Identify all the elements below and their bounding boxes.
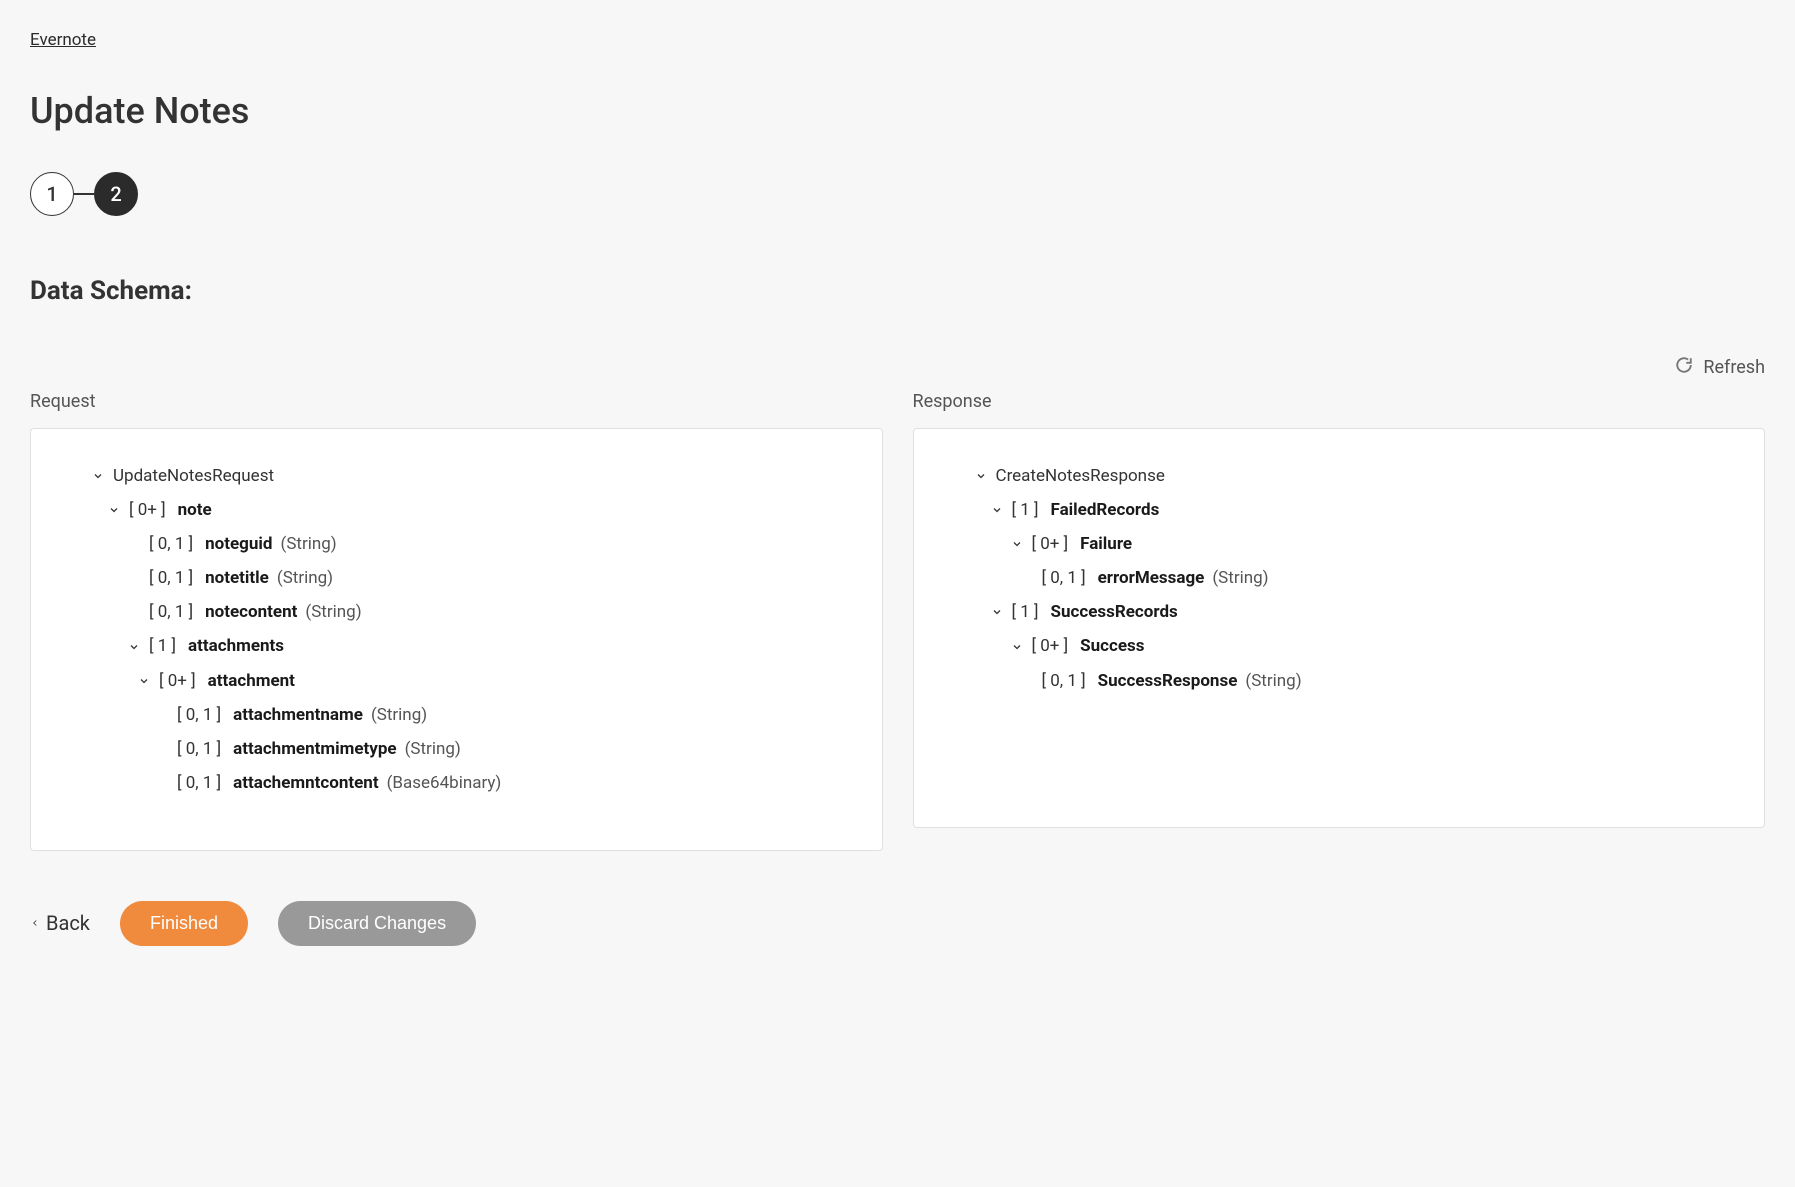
chevron-down-icon[interactable] <box>990 605 1004 619</box>
response-label: Response <box>913 391 1766 412</box>
back-button[interactable]: Back <box>30 911 90 935</box>
stepper: 1 2 <box>30 172 1765 216</box>
tree-type: (String) <box>1212 567 1268 589</box>
request-panel: UpdateNotesRequest [ 0+ ] note [ 0, 1 ] … <box>30 428 883 851</box>
tree-cardinality: [ 0, 1 ] <box>177 704 221 726</box>
tree-row-attachemntcontent[interactable]: [ 0, 1 ] attachemntcontent (Base64binary… <box>51 766 862 800</box>
tree-cardinality: [ 0, 1 ] <box>149 533 193 555</box>
step-2[interactable]: 2 <box>94 172 138 216</box>
tree-cardinality: [ 0, 1 ] <box>1042 670 1086 692</box>
chevron-down-icon[interactable] <box>1010 640 1024 654</box>
tree-cardinality: [ 0, 1 ] <box>177 738 221 760</box>
tree-cardinality: [ 1 ] <box>1012 499 1039 521</box>
response-panel: CreateNotesResponse [ 1 ] FailedRecords … <box>913 428 1766 828</box>
back-label: Back <box>46 911 90 935</box>
chevron-down-icon[interactable] <box>137 674 151 688</box>
tree-name: Success <box>1080 635 1144 657</box>
tree-name: FailedRecords <box>1051 499 1160 521</box>
chevron-down-icon[interactable] <box>107 503 121 517</box>
tree-name: attachmentmimetype <box>233 738 396 760</box>
tree-row-root[interactable]: CreateNotesResponse <box>934 459 1745 493</box>
tree-row-attachments[interactable]: [ 1 ] attachments <box>51 629 862 663</box>
tree-type: (String) <box>281 533 337 555</box>
tree-name: attachemntcontent <box>233 772 378 794</box>
tree-row-attachmentname[interactable]: [ 0, 1 ] attachmentname (String) <box>51 698 862 732</box>
tree-name: SuccessRecords <box>1051 601 1178 623</box>
tree-name: attachments <box>188 635 284 657</box>
refresh-label: Refresh <box>1703 357 1765 378</box>
tree-cardinality: [ 1 ] <box>1012 601 1039 623</box>
refresh-icon <box>1675 356 1693 379</box>
tree-row-attachmentmimetype[interactable]: [ 0, 1 ] attachmentmimetype (String) <box>51 732 862 766</box>
tree-row-success[interactable]: [ 0+ ] Success <box>934 629 1745 663</box>
tree-name: attachmentname <box>233 704 363 726</box>
tree-type: (String) <box>1245 670 1301 692</box>
tree-name: SuccessResponse <box>1098 670 1238 692</box>
finished-button[interactable]: Finished <box>120 901 248 946</box>
tree-row-notetitle[interactable]: [ 0, 1 ] notetitle (String) <box>51 561 862 595</box>
tree-row-note[interactable]: [ 0+ ] note <box>51 493 862 527</box>
tree-cardinality: [ 0+ ] <box>159 670 196 692</box>
tree-type: (Base64binary) <box>387 772 502 794</box>
tree-name: notetitle <box>205 567 269 589</box>
tree-name: CreateNotesResponse <box>996 465 1165 487</box>
chevron-down-icon[interactable] <box>974 469 988 483</box>
tree-cardinality: [ 0, 1 ] <box>149 601 193 623</box>
tree-row-successrecords[interactable]: [ 1 ] SuccessRecords <box>934 595 1745 629</box>
tree-row-failedrecords[interactable]: [ 1 ] FailedRecords <box>934 493 1745 527</box>
section-title: Data Schema: <box>30 276 1765 306</box>
tree-cardinality: [ 0+ ] <box>129 499 166 521</box>
breadcrumb-link[interactable]: Evernote <box>30 30 96 50</box>
tree-row-attachment[interactable]: [ 0+ ] attachment <box>51 664 862 698</box>
tree-row-successresponse[interactable]: [ 0, 1 ] SuccessResponse (String) <box>934 664 1745 698</box>
tree-cardinality: [ 0, 1 ] <box>1042 567 1086 589</box>
tree-cardinality: [ 0, 1 ] <box>177 772 221 794</box>
tree-type: (String) <box>371 704 427 726</box>
request-column: Request UpdateNotesRequest [ 0+ ] note [ <box>30 391 883 851</box>
step-connector <box>74 193 94 195</box>
tree-name: noteguid <box>205 533 272 555</box>
tree-row-errormessage[interactable]: [ 0, 1 ] errorMessage (String) <box>934 561 1745 595</box>
tree-type: (String) <box>277 567 333 589</box>
tree-cardinality: [ 0+ ] <box>1032 533 1069 555</box>
tree-name: errorMessage <box>1098 567 1205 589</box>
page-title: Update Notes <box>30 90 1765 132</box>
tree-cardinality: [ 1 ] <box>149 635 176 657</box>
tree-row-notecontent[interactable]: [ 0, 1 ] notecontent (String) <box>51 595 862 629</box>
tree-cardinality: [ 0+ ] <box>1032 635 1069 657</box>
chevron-down-icon[interactable] <box>990 503 1004 517</box>
tree-name: Failure <box>1080 533 1132 555</box>
request-label: Request <box>30 391 883 412</box>
chevron-down-icon[interactable] <box>1010 537 1024 551</box>
refresh-button[interactable]: Refresh <box>30 356 1765 379</box>
chevron-left-icon <box>30 916 40 930</box>
footer-actions: Back Finished Discard Changes <box>30 901 1765 946</box>
tree-name: UpdateNotesRequest <box>113 465 274 487</box>
tree-row-noteguid[interactable]: [ 0, 1 ] noteguid (String) <box>51 527 862 561</box>
discard-button[interactable]: Discard Changes <box>278 901 476 946</box>
tree-row-root[interactable]: UpdateNotesRequest <box>51 459 862 493</box>
tree-type: (String) <box>405 738 461 760</box>
response-column: Response CreateNotesResponse [ 1 ] Faile… <box>913 391 1766 851</box>
tree-type: (String) <box>305 601 361 623</box>
tree-row-failure[interactable]: [ 0+ ] Failure <box>934 527 1745 561</box>
tree-name: note <box>178 499 212 521</box>
step-1[interactable]: 1 <box>30 172 74 216</box>
tree-name: attachment <box>208 670 295 692</box>
chevron-down-icon[interactable] <box>91 469 105 483</box>
chevron-down-icon[interactable] <box>127 640 141 654</box>
tree-name: notecontent <box>205 601 297 623</box>
tree-cardinality: [ 0, 1 ] <box>149 567 193 589</box>
